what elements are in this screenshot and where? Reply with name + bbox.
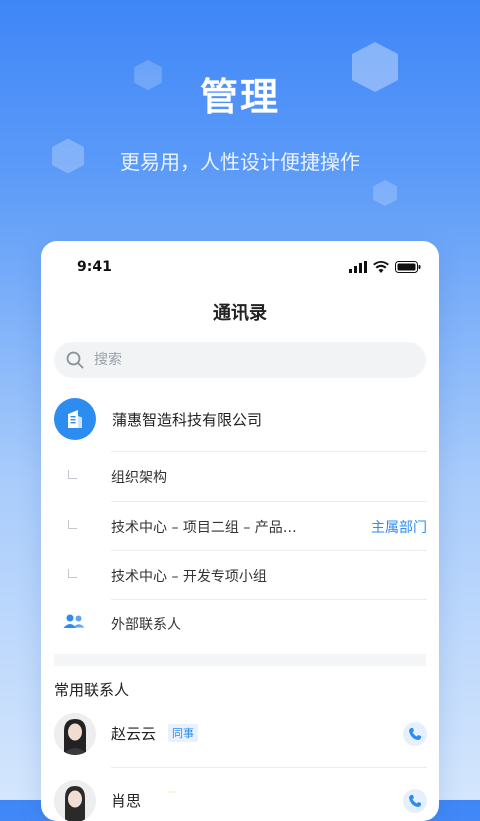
dept-row-product[interactable]: 技术中心 – 项目二组 – 产品… 主属部门	[41, 502, 439, 551]
phone-icon[interactable]	[403, 722, 427, 746]
company-row[interactable]: 蒲惠智造科技有限公司	[54, 397, 439, 441]
promo-title: 管理	[199, 75, 280, 119]
frequent-contacts-title: 常用联系人	[54, 681, 130, 699]
colleague-badge: 同事	[168, 724, 198, 742]
contact-name: 赵云云	[111, 725, 157, 743]
primary-dept-tag: 主属部门	[371, 519, 427, 536]
external-contacts-label: 外部联系人	[111, 616, 181, 633]
tree-branch-icon	[68, 520, 77, 529]
dept-label: 技术中心 – 项目二组 – 产品…	[111, 519, 297, 536]
tree-branch-icon	[68, 569, 77, 578]
divider	[111, 767, 427, 768]
people-icon	[63, 614, 85, 628]
building-icon	[54, 398, 96, 440]
external-contacts-row[interactable]: 外部联系人	[41, 599, 439, 648]
status-time: 9:41	[77, 259, 112, 275]
avatar	[54, 780, 96, 821]
status-bar: 9:41	[77, 257, 421, 277]
phone-icon[interactable]	[403, 789, 427, 813]
company-name: 蒲惠智造科技有限公司	[112, 410, 263, 429]
dept-label: 技术中心 – 开发专项小组	[111, 568, 267, 585]
phone-mockup: 9:41 通讯录 搜索 蒲惠智造科技有限公司 组织架构 技术中心 – 项目二组 …	[41, 241, 439, 821]
contact-item[interactable]: 肖思	[54, 776, 427, 821]
dept-row-dev[interactable]: 技术中心 – 开发专项小组	[41, 551, 439, 600]
wifi-icon	[373, 261, 389, 273]
hexagon-decoration	[373, 180, 397, 206]
tree-branch-icon	[68, 470, 77, 479]
dept-label: 组织架构	[111, 469, 167, 486]
contact-badge	[168, 791, 176, 793]
contact-item[interactable]: 赵云云 同事	[54, 709, 427, 759]
battery-icon	[395, 261, 421, 273]
page-title: 通讯录	[213, 303, 267, 324]
promo-subtitle: 更易用，人性设计便捷操作	[120, 150, 360, 174]
avatar	[54, 713, 96, 755]
dept-row-org[interactable]: 组织架构	[41, 452, 439, 501]
search-icon	[66, 351, 84, 369]
contact-name: 肖思	[111, 792, 142, 810]
signal-icon	[349, 261, 367, 273]
search-bar[interactable]	[54, 342, 426, 378]
status-icons	[349, 261, 421, 273]
search-input[interactable]	[92, 351, 396, 369]
section-separator	[54, 654, 426, 666]
